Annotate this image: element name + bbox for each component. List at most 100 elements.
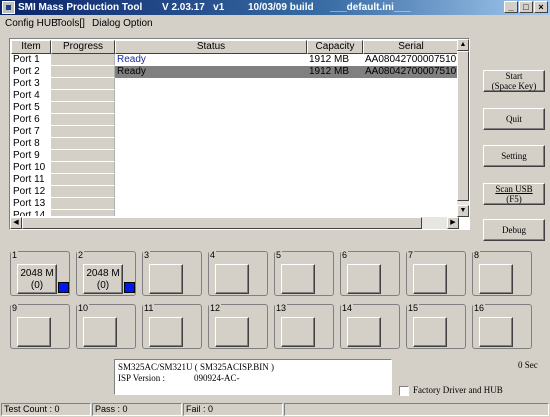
row-capacity xyxy=(307,150,363,162)
row-item: Port 5 xyxy=(13,102,40,113)
col-progress-header[interactable]: Progress xyxy=(51,40,115,54)
table-row[interactable]: Port 9 xyxy=(11,150,458,162)
port-button-6[interactable] xyxy=(347,264,381,294)
port-box-6: 6 xyxy=(340,250,400,296)
port-button-16[interactable] xyxy=(479,317,513,347)
table-row[interactable]: Port 14 xyxy=(11,210,458,216)
setting-button[interactable]: Setting xyxy=(483,145,545,167)
row-progress-bar xyxy=(51,150,115,162)
row-item: Port 11 xyxy=(13,174,45,185)
port-button-9[interactable] xyxy=(17,317,51,347)
table-row[interactable]: Port 1Ready1912 MBAA080427000075100 xyxy=(11,54,458,66)
window-title: SMI Mass Production Tool xyxy=(18,2,143,13)
port-capacity: 2048 M xyxy=(20,268,54,279)
scan-usb-button-hint: (F5) xyxy=(506,194,522,204)
menu-dialog-option[interactable]: Dialog Option xyxy=(92,15,153,32)
table-row[interactable]: Port 10 xyxy=(11,162,458,174)
port-box-10: 10 xyxy=(76,303,136,349)
row-progress-bar xyxy=(51,78,115,90)
port-number: 7 xyxy=(407,250,415,260)
row-serial xyxy=(363,162,458,174)
row-serial xyxy=(363,78,458,90)
port-button-14[interactable] xyxy=(347,317,381,347)
port-number: 16 xyxy=(473,303,486,313)
row-status xyxy=(115,138,307,150)
close-button[interactable]: × xyxy=(534,1,548,13)
table-row[interactable]: Port 6 xyxy=(11,114,458,126)
row-progress-bar xyxy=(51,102,115,114)
factory-driver-checkbox[interactable] xyxy=(399,386,409,396)
row-status xyxy=(115,102,307,114)
row-capacity xyxy=(307,162,363,174)
row-item: Port 6 xyxy=(13,114,40,125)
table-row[interactable]: Port 5 xyxy=(11,102,458,114)
start-button-hint: (Space Key) xyxy=(491,81,537,91)
fail-count: Fail : 0 xyxy=(183,403,283,416)
scroll-right-arrow-icon[interactable]: ▶ xyxy=(447,217,459,229)
port-button-2[interactable]: 2048 M (0) xyxy=(83,264,123,294)
row-progress-bar xyxy=(51,138,115,150)
row-capacity xyxy=(307,174,363,186)
col-serial-header[interactable]: Serial xyxy=(363,40,458,54)
col-status-header[interactable]: Status xyxy=(115,40,307,54)
table-row[interactable]: Port 8 xyxy=(11,138,458,150)
menu-tools[interactable]: Tools[] xyxy=(56,15,85,32)
port-button-1[interactable]: 2048 M (0) xyxy=(17,264,57,294)
row-item: Port 4 xyxy=(13,90,40,101)
port-number: 3 xyxy=(143,250,151,260)
title-bar: SMI Mass Production Tool V 2.03.17 v1 10… xyxy=(0,0,550,15)
row-capacity xyxy=(307,138,363,150)
vertical-scroll-thumb[interactable] xyxy=(457,51,469,201)
row-serial xyxy=(363,186,458,198)
table-row[interactable]: Port 12 xyxy=(11,186,458,198)
maximize-button[interactable]: □ xyxy=(519,1,533,13)
row-status xyxy=(115,198,307,210)
row-capacity xyxy=(307,90,363,102)
col-capacity-header[interactable]: Capacity xyxy=(307,40,363,54)
debug-button[interactable]: Debug xyxy=(483,219,545,241)
port-button-8[interactable] xyxy=(479,264,513,294)
info-line-2: ISP Version : 090924-AC- xyxy=(118,373,388,384)
row-status xyxy=(115,114,307,126)
port-number: 6 xyxy=(341,250,349,260)
minimize-button[interactable]: _ xyxy=(504,1,518,13)
table-row[interactable]: Port 3 xyxy=(11,78,458,90)
table-row[interactable]: Port 13 xyxy=(11,198,458,210)
row-progress-bar xyxy=(51,90,115,102)
app-icon xyxy=(2,1,15,14)
port-button-11[interactable] xyxy=(149,317,183,347)
port-button-15[interactable] xyxy=(413,317,447,347)
col-item-header[interactable]: Item xyxy=(11,40,51,54)
table-row[interactable]: Port 7 xyxy=(11,126,458,138)
port-button-13[interactable] xyxy=(281,317,315,347)
port-button-7[interactable] xyxy=(413,264,447,294)
port-button-12[interactable] xyxy=(215,317,249,347)
table-row[interactable]: Port 4 xyxy=(11,90,458,102)
row-serial xyxy=(363,138,458,150)
scroll-left-arrow-icon[interactable]: ◀ xyxy=(10,217,22,229)
table-row[interactable]: Port 11 xyxy=(11,174,458,186)
horizontal-scrollbar[interactable]: ◀ ▶ xyxy=(10,217,459,229)
scroll-down-arrow-icon[interactable]: ▼ xyxy=(457,205,469,217)
menu-config-hub[interactable]: Config HUB xyxy=(5,15,58,32)
port-number: 11 xyxy=(143,303,155,313)
start-button-label: Start xyxy=(505,71,523,81)
port-number: 13 xyxy=(275,303,288,313)
row-serial xyxy=(363,198,458,210)
window-build: 10/03/09 build xyxy=(248,2,314,13)
row-status xyxy=(115,210,307,216)
horizontal-scroll-thumb[interactable] xyxy=(22,217,422,229)
table-row[interactable]: Port 2Ready1912 MBAA080427000075100 xyxy=(11,66,458,78)
row-progress-bar xyxy=(51,114,115,126)
port-button-10[interactable] xyxy=(83,317,117,347)
start-button[interactable]: Start (Space Key) xyxy=(483,70,545,92)
port-status-indicator xyxy=(58,282,69,293)
scan-usb-button[interactable]: Scan USB (F5) xyxy=(483,183,545,205)
scroll-up-arrow-icon[interactable]: ▲ xyxy=(457,39,469,51)
port-button-5[interactable] xyxy=(281,264,315,294)
row-status xyxy=(115,78,307,90)
port-button-4[interactable] xyxy=(215,264,249,294)
port-button-3[interactable] xyxy=(149,264,183,294)
vertical-scrollbar[interactable]: ▲ ▼ xyxy=(457,39,469,217)
quit-button[interactable]: Quit xyxy=(483,108,545,130)
